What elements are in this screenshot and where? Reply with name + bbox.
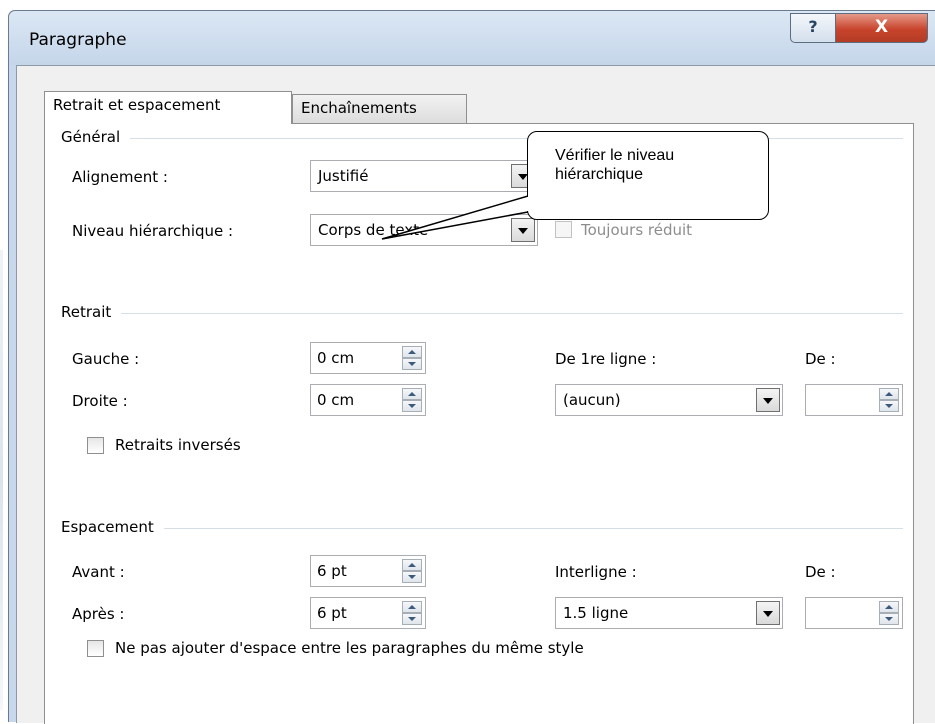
tab-label: Retrait et espacement <box>53 96 221 114</box>
tab-retrait-espacement[interactable]: Retrait et espacement <box>44 91 292 124</box>
